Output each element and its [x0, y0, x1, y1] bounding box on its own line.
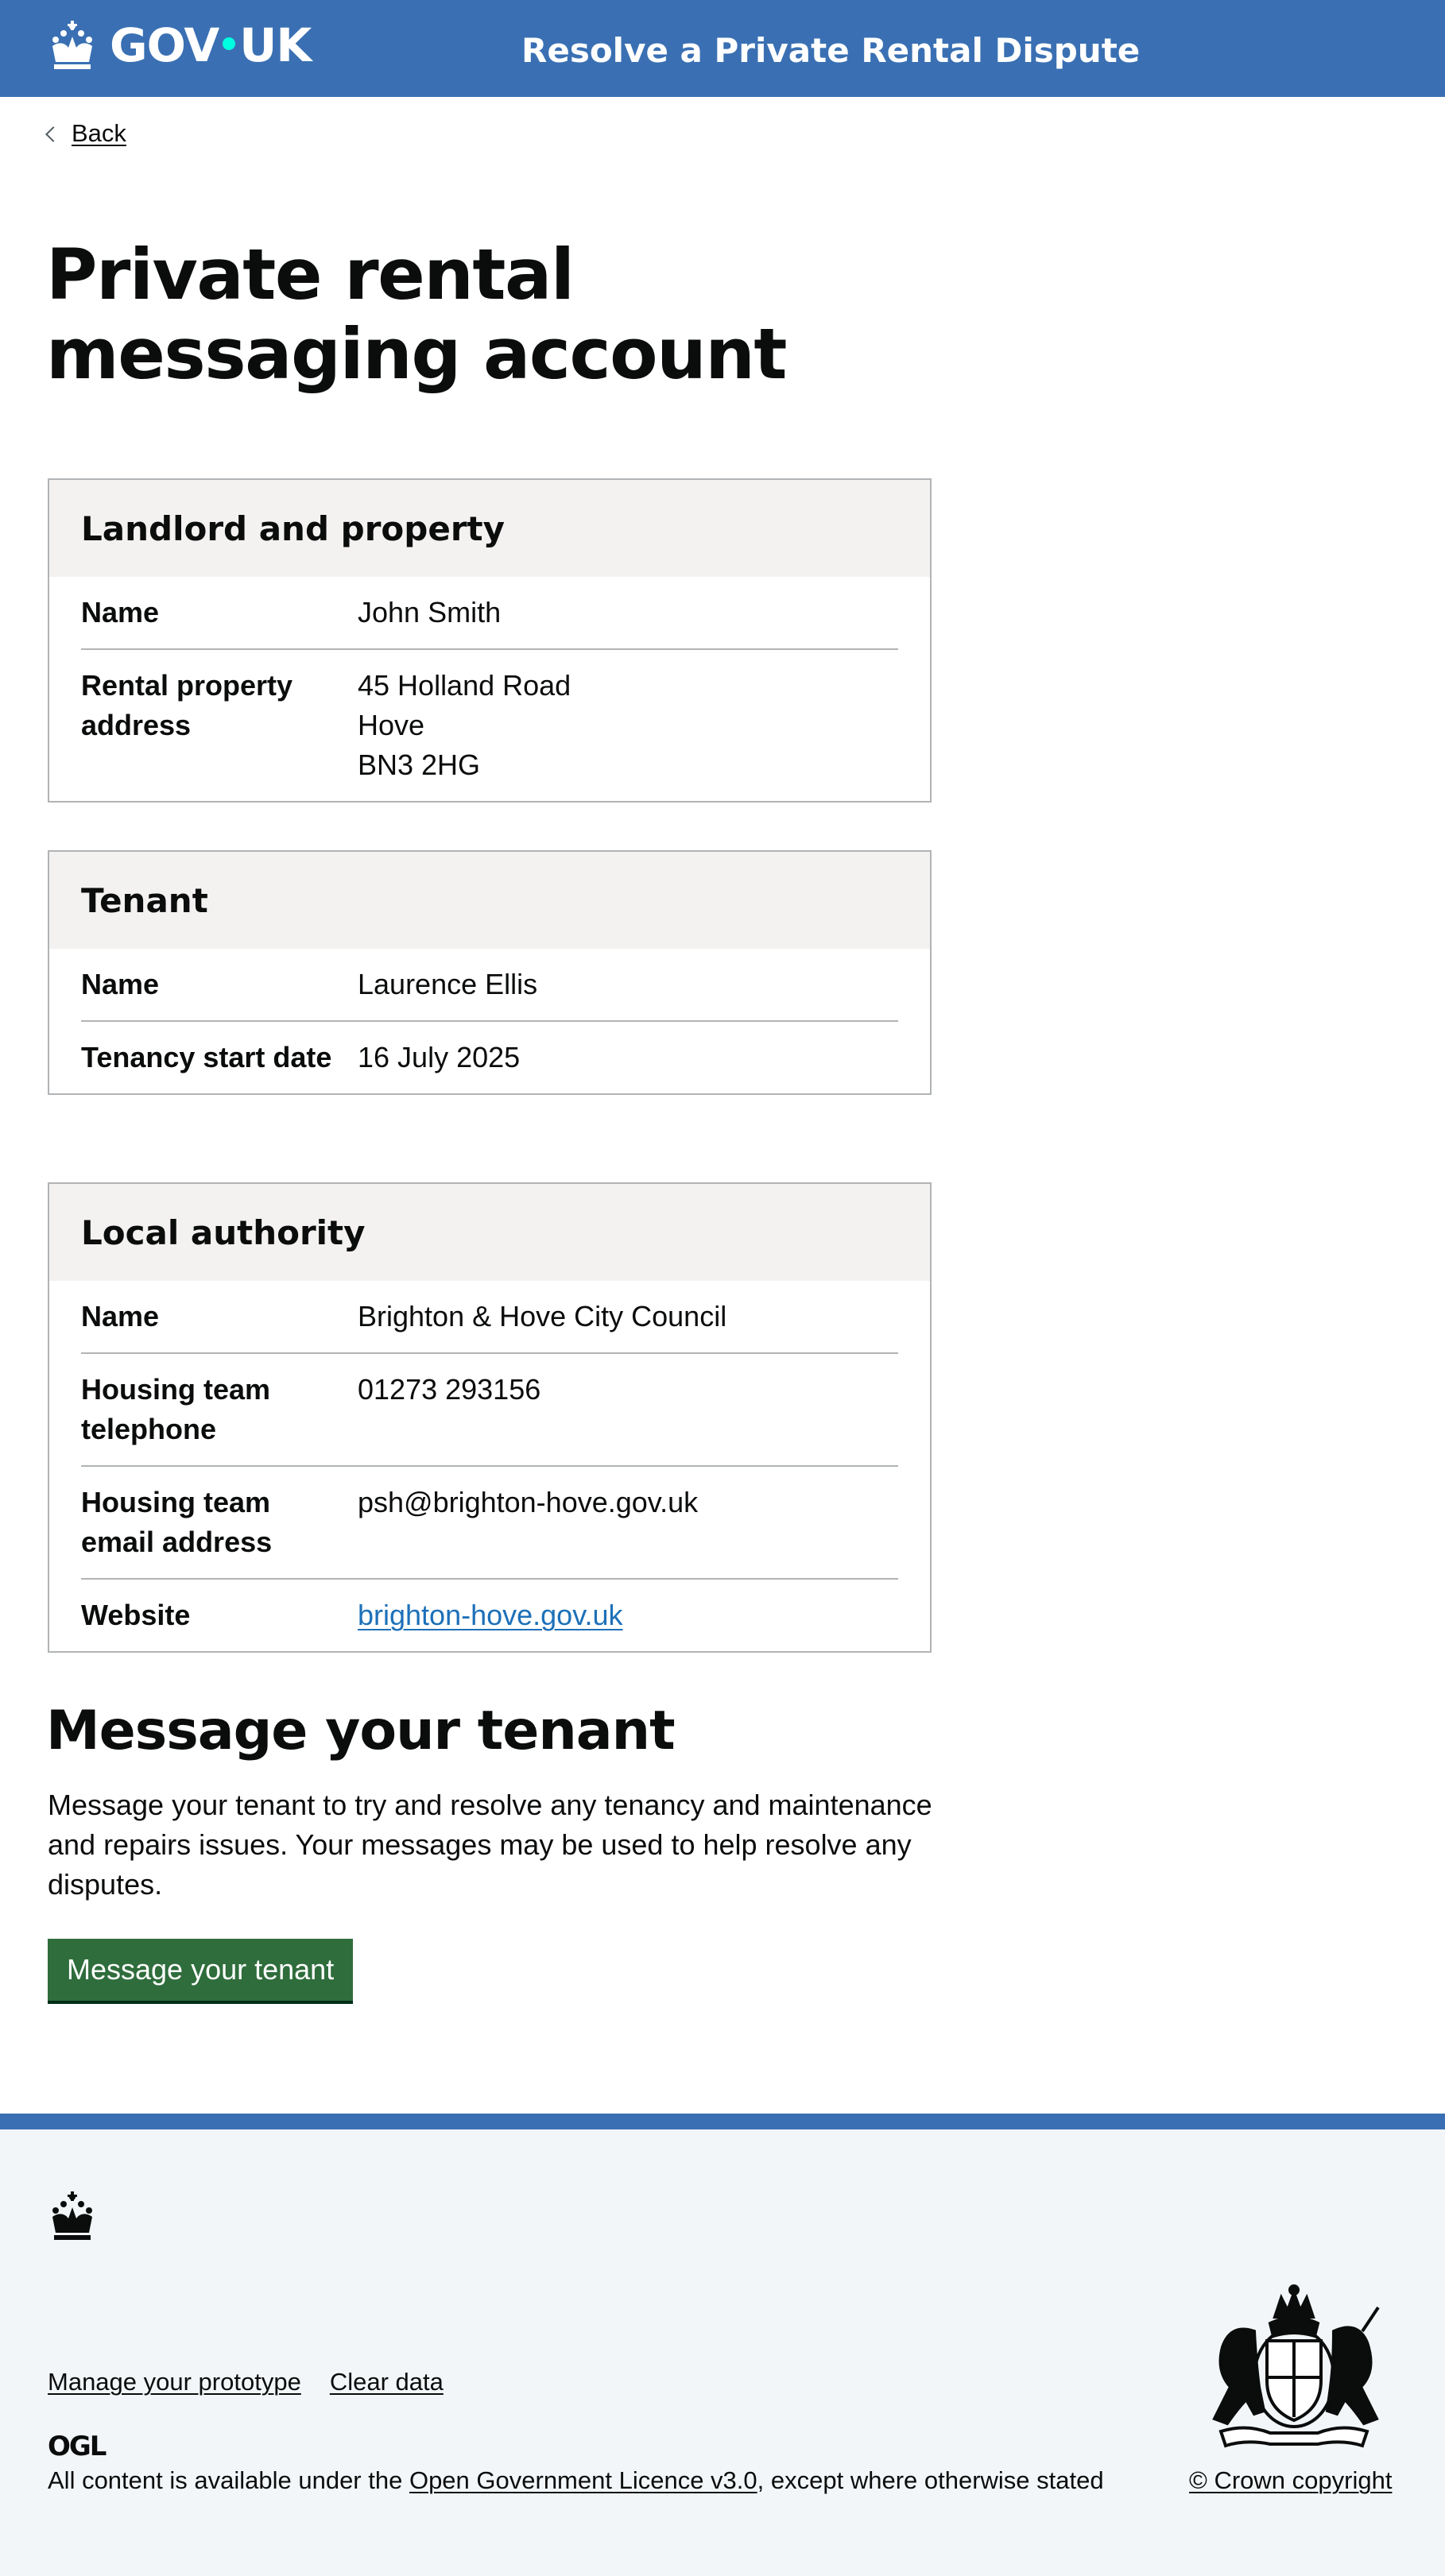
tenant-summary-card: Tenant Name Laurence Ellis Tenancy start…	[48, 850, 932, 1095]
royal-coat-of-arms-icon	[1212, 2284, 1380, 2448]
summary-row: Website brighton-hove.gov.uk	[81, 1580, 898, 1651]
message-section-heading: Message your tenant	[46, 1700, 676, 1762]
service-name-link[interactable]: Resolve a Private Rental Dispute	[521, 29, 1140, 73]
summary-row: Name Laurence Ellis	[81, 949, 898, 1022]
message-section-body: Message your tenant to try and resolve a…	[48, 1789, 932, 1901]
summary-row: Tenancy start date 16 July 2025	[81, 1022, 898, 1093]
page-title: Private rental messaging account	[46, 234, 787, 395]
row-key: Name	[81, 1300, 160, 1332]
footer-links: Manage your prototype Clear data	[48, 2368, 444, 2396]
message-tenant-button[interactable]: Message your tenant	[48, 1939, 354, 2001]
card-header: Local authority	[49, 1184, 930, 1281]
row-value: 16 July 2025	[358, 1041, 521, 1073]
govuk-logo-link[interactable]: GOV UK	[46, 17, 312, 73]
back-link[interactable]: Back	[45, 119, 126, 148]
landlord-summary-card: Landlord and property Name John Smith Re…	[48, 478, 932, 803]
clear-data-link[interactable]: Clear data	[330, 2368, 444, 2396]
address-line: BN3 2HG	[358, 748, 481, 781]
chevron-left-icon	[45, 126, 61, 142]
row-key: Housing team email address	[81, 1486, 273, 1558]
row-key: Rental property address	[81, 669, 293, 741]
address-line: Hove	[358, 709, 425, 741]
ogl-logo-text: OGL	[48, 2431, 107, 2458]
row-value: brighton-hove.gov.uk	[358, 1595, 898, 1635]
council-website-link[interactable]: brighton-hove.gov.uk	[358, 1599, 623, 1631]
row-key: Name	[81, 968, 160, 1000]
row-key: Website	[81, 1599, 191, 1631]
crown-icon	[52, 2191, 92, 2240]
ogl-logo-icon: OGL	[48, 2431, 108, 2458]
crown-icon	[52, 21, 92, 69]
licence-statement: All content is available under the Open …	[48, 2463, 1104, 2498]
row-key: Name	[81, 596, 160, 629]
row-key: Housing team telephone	[81, 1373, 271, 1445]
summary-row: Housing team email address psh@brighton-…	[81, 1467, 898, 1580]
site-header: GOV UK Resolve a Private Rental Dispute	[0, 0, 1445, 97]
local-authority-summary-card: Local authority Name Brighton & Hove Cit…	[48, 1182, 932, 1653]
licence-prefix: All content is available under the	[48, 2466, 409, 2494]
card-header: Landlord and property	[49, 480, 930, 577]
summary-row: Rental property address 45 Holland Road …	[81, 650, 898, 801]
card-title: Local authority	[81, 1213, 366, 1252]
card-title: Tenant	[81, 880, 208, 920]
card-title: Landlord and property	[81, 509, 505, 548]
govuk-wordmark: GOV UK	[110, 18, 312, 72]
summary-row: Housing team telephone 01273 293156	[81, 1354, 898, 1467]
summary-row: Name Brighton & Hove City Council	[81, 1281, 898, 1354]
wordmark-dot	[223, 37, 236, 50]
site-footer: Manage your prototype Clear data OGL All…	[0, 2129, 1445, 2576]
back-link-label: Back	[72, 119, 126, 147]
manage-prototype-link[interactable]: Manage your prototype	[48, 2368, 301, 2396]
card-header: Tenant	[49, 852, 930, 949]
row-value: 01273 293156	[358, 1373, 541, 1406]
row-value: psh@brighton-hove.gov.uk	[358, 1486, 699, 1518]
row-key: Tenancy start date	[81, 1041, 332, 1073]
footer-top-border	[0, 2114, 1445, 2129]
summary-row: Name John Smith	[81, 577, 898, 650]
address-line: 45 Holland Road	[358, 669, 571, 702]
open-government-licence-link[interactable]: Open Government Licence v3.0	[409, 2466, 757, 2494]
crown-copyright-link[interactable]: © Crown copyright	[1189, 2463, 1392, 2498]
row-value: Brighton & Hove City Council	[358, 1300, 727, 1332]
row-value: Laurence Ellis	[358, 968, 538, 1000]
row-value: 45 Holland Road Hove BN3 2HG	[358, 666, 898, 785]
licence-suffix: , except where otherwise stated	[757, 2466, 1104, 2494]
row-value: John Smith	[358, 596, 502, 629]
